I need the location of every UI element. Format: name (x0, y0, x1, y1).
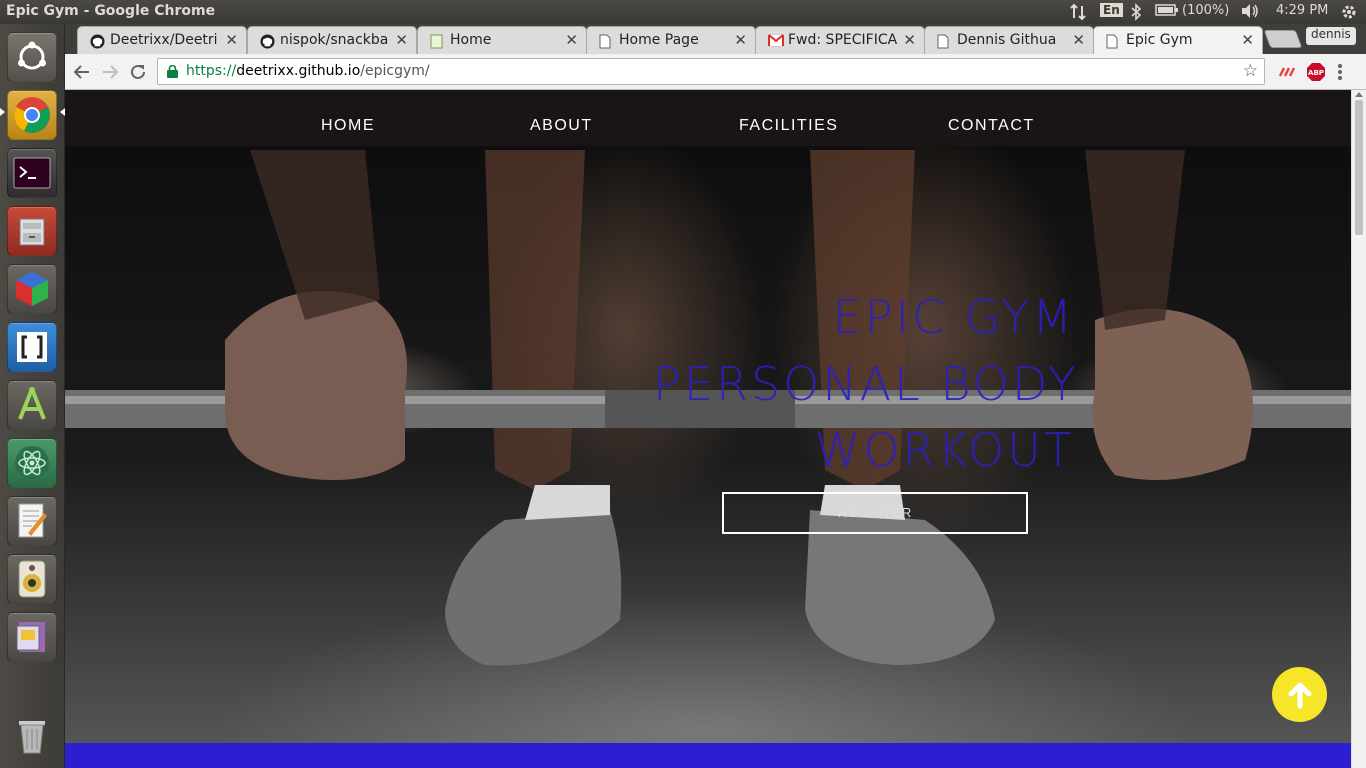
url-host: deetrixx.github.io (236, 63, 361, 79)
tab-title: Deetrixx/Deetri (110, 32, 218, 48)
tab-close-icon[interactable]: ✕ (565, 31, 578, 49)
speaker-icon[interactable] (7, 554, 57, 604)
tab-deetrixx[interactable]: Deetrixx/Deetri ✕ (77, 26, 247, 54)
hero-subtitle-line2: WORKOUT (814, 423, 1075, 477)
cube-app-icon[interactable] (7, 264, 57, 314)
web-page: HOME ABOUT FACILITIES CONTACT EPIC GYM P… (65, 90, 1351, 768)
tab-dennis-githua[interactable]: Dennis Githua ✕ (924, 26, 1094, 54)
android-studio-icon[interactable] (7, 380, 57, 430)
url-text[interactable]: https://deetrixx.github.io/epicgym/ (186, 63, 430, 79)
page-icon (1106, 34, 1120, 49)
tab-close-icon[interactable]: ✕ (734, 31, 747, 49)
clock[interactable]: 4:29 PM (1276, 3, 1328, 18)
page-icon (599, 34, 613, 49)
volume-icon[interactable] (1240, 3, 1260, 23)
address-bar[interactable]: https://deetrixx.github.io/epicgym/ ☆ (157, 58, 1265, 85)
arrow-up-icon (1288, 682, 1311, 708)
scroll-to-top-button[interactable] (1272, 667, 1327, 722)
tab-home-page[interactable]: Home Page ✕ (586, 26, 756, 54)
svg-text:ABP: ABP (1308, 69, 1324, 77)
site-navbar: HOME ABOUT FACILITIES CONTACT (65, 90, 1351, 146)
reload-button[interactable] (126, 60, 150, 84)
chrome-icon[interactable] (7, 90, 57, 140)
hero-title: EPIC GYM (832, 290, 1075, 344)
chrome-menu-icon[interactable] (1337, 62, 1353, 82)
network-transfer-icon[interactable] (1069, 3, 1087, 25)
tab-title: Home Page (619, 32, 699, 48)
battery-percent: (100%) (1182, 3, 1230, 18)
hero-subtitle-line1: PERSONAL BODY (653, 357, 1079, 411)
scroll-up-arrow-icon[interactable] (1355, 92, 1363, 97)
next-section-band (65, 743, 1351, 768)
tab-close-icon[interactable]: ✕ (1072, 31, 1085, 49)
scroll-thumb[interactable] (1355, 100, 1363, 235)
nav-about[interactable]: ABOUT (530, 117, 593, 135)
adblock-plus-icon[interactable]: ABP (1306, 62, 1326, 82)
register-button[interactable]: REGISTER (722, 492, 1028, 534)
media-app-icon[interactable] (7, 612, 57, 662)
page-icon (430, 34, 444, 49)
keyboard-layout-indicator[interactable]: En (1100, 3, 1123, 17)
gmail-icon (768, 34, 784, 49)
tab-title: Home (450, 32, 492, 48)
tab-close-icon[interactable]: ✕ (395, 31, 408, 49)
profile-button[interactable]: dennis (1306, 27, 1356, 45)
back-button[interactable] (70, 60, 94, 84)
extension-icon[interactable] (1277, 62, 1297, 82)
window-title: Epic Gym - Google Chrome (6, 3, 216, 19)
terminal-icon[interactable] (7, 148, 57, 198)
browser-toolbar: https://deetrixx.github.io/epicgym/ ☆ AB… (65, 54, 1366, 90)
battery-icon[interactable] (1155, 3, 1179, 21)
forward-button[interactable] (98, 60, 122, 84)
page-icon (937, 34, 951, 49)
brackets-icon[interactable] (7, 322, 57, 372)
tab-title: Fwd: SPECIFICA (788, 32, 898, 48)
tab-title: nispok/snackba (280, 32, 389, 48)
tab-title: Dennis Githua (957, 32, 1057, 48)
new-tab-button[interactable] (1263, 30, 1303, 48)
tab-gmail[interactable]: Fwd: SPECIFICA ✕ (755, 26, 925, 54)
tab-title: Epic Gym (1126, 32, 1193, 48)
settings-gear-icon[interactable] (1340, 3, 1358, 25)
atom-icon[interactable] (7, 438, 57, 488)
nav-home[interactable]: HOME (321, 117, 375, 135)
bookmark-star-icon[interactable]: ☆ (1243, 61, 1258, 81)
text-editor-icon[interactable] (7, 496, 57, 546)
tab-close-icon[interactable]: ✕ (903, 31, 916, 49)
tab-epic-gym[interactable]: Epic Gym ✕ (1093, 26, 1263, 54)
reload-icon (131, 64, 145, 79)
github-icon (90, 34, 105, 49)
forward-arrow-icon (103, 65, 119, 79)
github-icon (260, 34, 275, 49)
files-icon[interactable] (7, 206, 57, 256)
tab-home[interactable]: Home ✕ (417, 26, 587, 54)
trash-icon[interactable] (7, 710, 57, 760)
url-scheme: https:// (186, 63, 237, 79)
page-scrollbar[interactable] (1351, 90, 1366, 768)
tab-nispok[interactable]: nispok/snackba ✕ (247, 26, 417, 54)
nav-contact[interactable]: CONTACT (948, 117, 1035, 135)
dash-icon[interactable] (7, 32, 57, 82)
nav-facilities[interactable]: FACILITIES (739, 117, 838, 135)
back-arrow-icon (73, 65, 89, 79)
unity-launcher (0, 24, 65, 768)
secure-lock-icon[interactable] (166, 65, 179, 78)
tab-close-icon[interactable]: ✕ (1241, 31, 1254, 49)
bluetooth-icon[interactable] (1130, 3, 1142, 25)
tab-close-icon[interactable]: ✕ (225, 31, 238, 49)
url-path: /epicgym/ (360, 63, 430, 79)
tab-strip: Deetrixx/Deetri ✕ nispok/snackba ✕ Home … (65, 24, 1366, 54)
system-top-panel: Epic Gym - Google Chrome En (100%) 4:29 … (0, 0, 1366, 24)
hero-background-image (65, 150, 1351, 666)
